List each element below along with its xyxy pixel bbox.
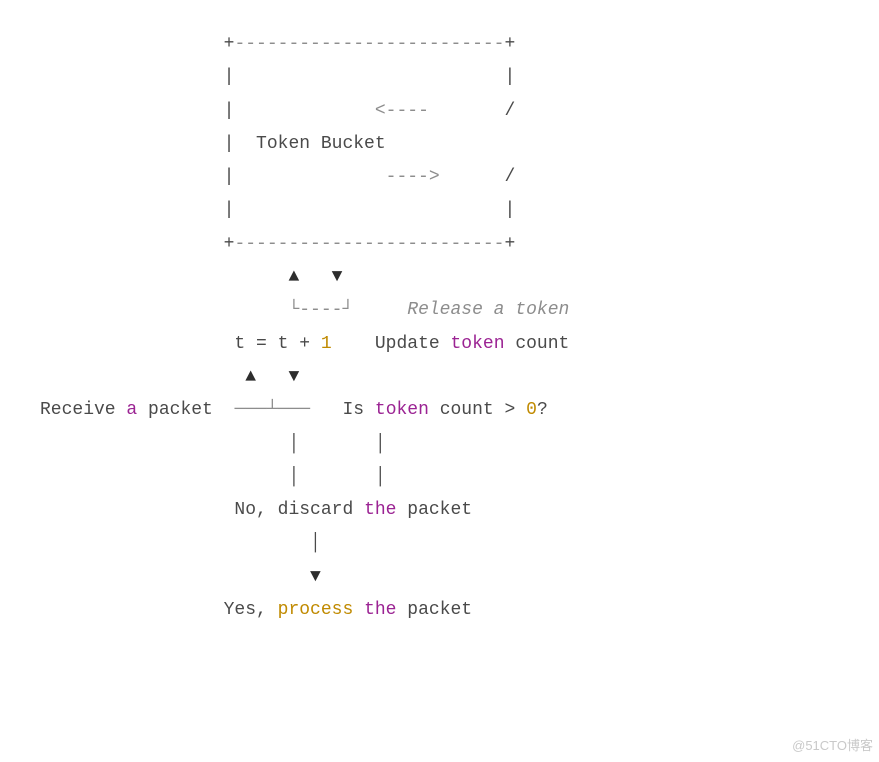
diagram-line: │: [40, 527, 569, 560]
diagram-line: Receive a packet ───┴─── Is token count …: [40, 394, 569, 427]
diagram-seg: ▲ ▼: [40, 367, 299, 387]
diagram-line: +-------------------------+: [40, 228, 569, 261]
diagram-seg: count >: [429, 400, 526, 420]
diagram-seg: packet: [396, 600, 472, 620]
diagram-seg: Update: [332, 334, 451, 354]
diagram-seg: │ │: [40, 434, 386, 454]
diagram-seg: |: [40, 167, 386, 187]
diagram-seg: │ │: [40, 467, 386, 487]
diagram-seg: /: [429, 101, 515, 121]
diagram-seg: ▲ ▼: [40, 267, 342, 287]
diagram-seg: └----┘: [40, 300, 407, 320]
diagram-seg: packet: [396, 500, 472, 520]
diagram-seg: 0: [526, 400, 537, 420]
diagram-seg: |: [40, 101, 375, 121]
diagram-seg: token: [375, 400, 429, 420]
diagram-seg: 1: [321, 334, 332, 354]
diagram-seg: Release a token: [407, 300, 569, 320]
diagram-seg: Receive: [40, 400, 126, 420]
ascii-diagram: +-------------------------+ | | | <---- …: [40, 28, 569, 627]
diagram-seg: │: [40, 533, 321, 553]
diagram-seg: process: [278, 600, 354, 620]
diagram-seg: Yes,: [40, 600, 278, 620]
diagram-seg: -------------------------: [234, 234, 504, 254]
diagram-seg: ?: [537, 400, 548, 420]
diagram-line: ▲ ▼: [40, 361, 569, 394]
diagram-seg: No, discard: [40, 500, 364, 520]
diagram-line: ▲ ▼: [40, 261, 569, 294]
watermark: @51CTO博客: [792, 734, 873, 758]
diagram-seg: Is: [310, 400, 375, 420]
diagram-seg: +: [504, 234, 515, 254]
diagram-line: │ │: [40, 461, 569, 494]
diagram-seg: [353, 600, 364, 620]
diagram-line: +-------------------------+: [40, 28, 569, 61]
diagram-line: | <---- /: [40, 95, 569, 128]
diagram-line: | |: [40, 61, 569, 94]
diagram-seg: +: [40, 34, 234, 54]
diagram-seg: ▼: [40, 567, 321, 587]
diagram-seg: ───┴───: [234, 400, 310, 420]
diagram-seg: | Token Bucket: [40, 134, 504, 154]
diagram-seg: token: [451, 334, 505, 354]
diagram-seg: ---->: [386, 167, 440, 187]
diagram-line: | ----> /: [40, 161, 569, 194]
diagram-line: │ │: [40, 428, 569, 461]
diagram-seg: /: [440, 167, 516, 187]
diagram-line: └----┘ Release a token: [40, 294, 569, 327]
diagram-seg: count: [505, 334, 570, 354]
diagram-line: | Token Bucket: [40, 128, 569, 161]
diagram-line: ▼: [40, 561, 569, 594]
diagram-seg: the: [364, 500, 396, 520]
diagram-seg: the: [364, 600, 396, 620]
diagram-seg: | |: [40, 200, 515, 220]
diagram-line: Yes, process the packet: [40, 594, 569, 627]
diagram-seg: packet: [137, 400, 234, 420]
diagram-line: No, discard the packet: [40, 494, 569, 527]
diagram-line: | |: [40, 194, 569, 227]
diagram-seg: | |: [40, 67, 515, 87]
diagram-seg: t = t +: [40, 334, 321, 354]
diagram-seg: <----: [375, 101, 429, 121]
diagram-line: t = t + 1 Update token count: [40, 328, 569, 361]
diagram-seg: a: [126, 400, 137, 420]
diagram-seg: -------------------------: [234, 34, 504, 54]
diagram-seg: +: [504, 34, 515, 54]
diagram-seg: +: [40, 234, 234, 254]
